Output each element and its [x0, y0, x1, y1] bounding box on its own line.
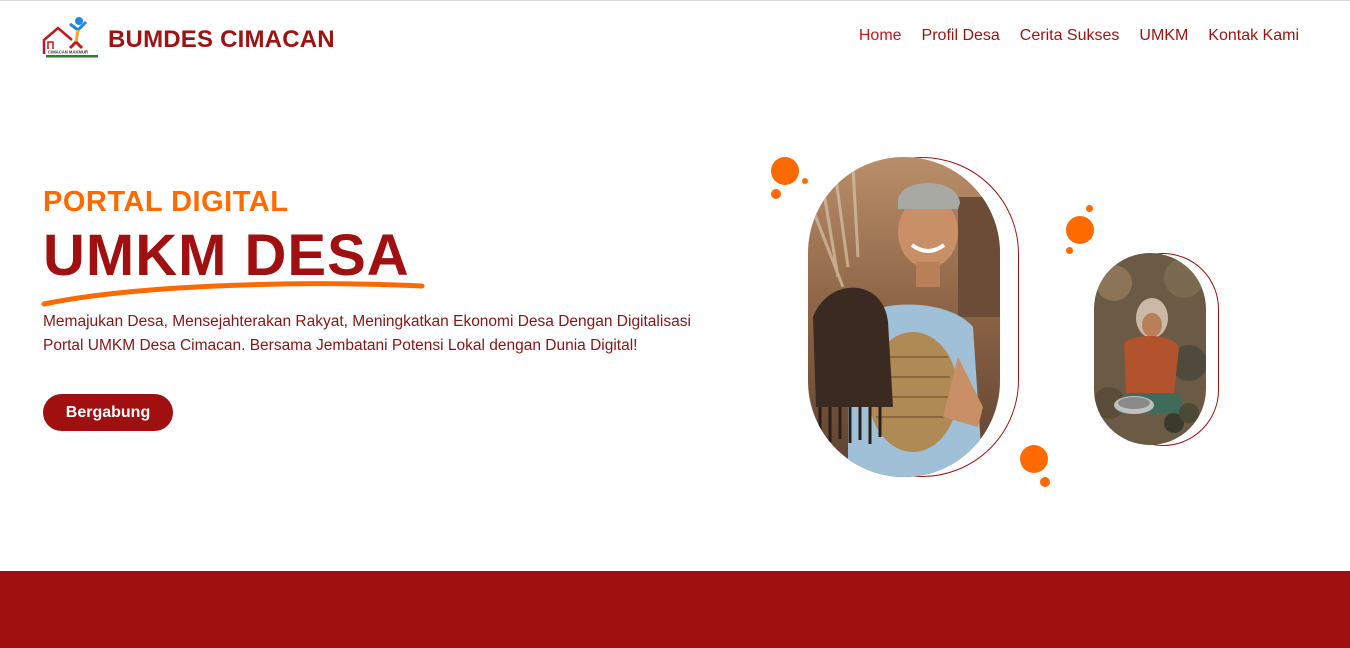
nav-home[interactable]: Home [859, 27, 902, 45]
main-nav: Home Profil Desa Cerita Sukses UMKM Kont… [859, 27, 1299, 45]
headline-underline [41, 281, 425, 307]
decor-dot [771, 157, 799, 185]
decor-dot [1066, 216, 1094, 244]
nav-profil-desa[interactable]: Profil Desa [922, 27, 1000, 45]
logo-text: CIMACAN MAKMUR [48, 50, 88, 55]
footer-band [0, 571, 1350, 648]
join-button[interactable]: Bergabung [43, 394, 173, 431]
decor-dot [1066, 247, 1073, 254]
brand[interactable]: CIMACAN MAKMUR BUMDES CIMACAN [42, 16, 335, 58]
secondary-photo [1094, 253, 1206, 445]
nav-kontak-kami[interactable]: Kontak Kami [1208, 27, 1299, 45]
top-divider [0, 0, 1350, 1]
nav-cerita-sukses[interactable]: Cerita Sukses [1020, 27, 1120, 45]
decor-dot [1086, 205, 1093, 212]
hero-kicker: PORTAL DIGITAL [43, 186, 289, 218]
decor-dot [802, 178, 808, 184]
bumdes-logo: CIMACAN MAKMUR [42, 16, 100, 58]
main-photo [808, 157, 1000, 477]
decor-dot [1040, 477, 1050, 487]
decor-dot [771, 189, 781, 199]
brand-name[interactable]: BUMDES CIMACAN [108, 26, 335, 54]
decor-dot [1020, 445, 1048, 473]
nav-umkm[interactable]: UMKM [1139, 27, 1188, 45]
hero-description: Memajukan Desa, Mensejahterakan Rakyat, … [43, 313, 691, 354]
